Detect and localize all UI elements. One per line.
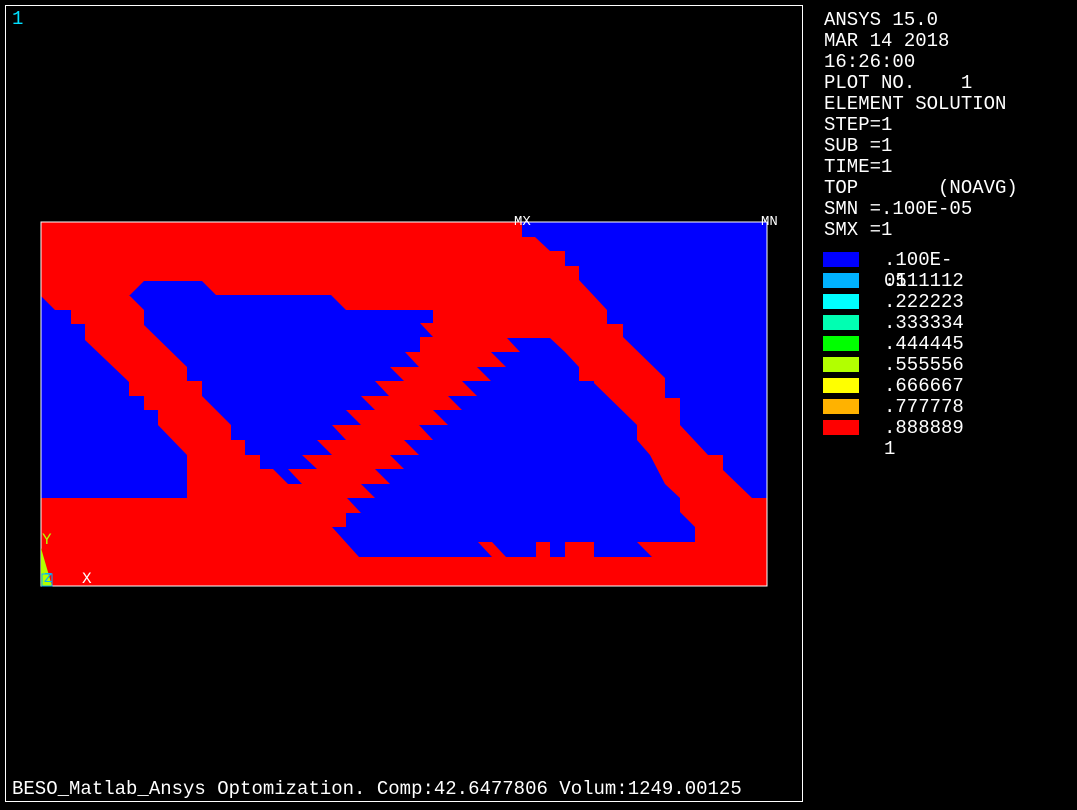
info-line: PLOT NO. 1: [824, 72, 973, 94]
legend-swatch: [823, 357, 859, 372]
info-line: SMN =.100E-05: [824, 198, 973, 220]
triad-z-label: Z: [44, 571, 53, 587]
legend-swatch: [823, 378, 859, 393]
plot-caption: BESO_Matlab_Ansys Optomization. Comp:42.…: [12, 778, 742, 800]
legend-value: .333334: [884, 312, 964, 334]
max-marker: MX: [514, 214, 531, 230]
legend-value: .444445: [884, 333, 964, 355]
legend-swatch: [823, 294, 859, 309]
legend-value: 1: [884, 438, 896, 460]
min-marker: MN: [761, 214, 778, 230]
info-line: SMX =1: [824, 219, 893, 241]
info-line: 16:26:00: [824, 51, 916, 73]
info-line: ANSYS 15.0: [824, 9, 939, 31]
info-line: TIME=1: [824, 156, 893, 178]
legend-value: .111112: [884, 270, 964, 292]
legend-value: .555556: [884, 354, 964, 376]
info-line: ELEMENT SOLUTION: [824, 93, 1007, 115]
triad-x-label: X: [82, 570, 92, 588]
legend-swatch: [823, 399, 859, 414]
legend-swatch: [823, 420, 859, 435]
info-line: MAR 14 2018: [824, 30, 950, 52]
legend-value: .666667: [884, 375, 964, 397]
legend-swatch: [823, 315, 859, 330]
legend-swatch: [823, 336, 859, 351]
legend-value: .777778: [884, 396, 964, 418]
info-line: TOP (NOAVG): [824, 177, 1018, 199]
legend-swatch: [823, 252, 859, 267]
legend-value: .888889: [884, 417, 964, 439]
legend-value: .222223: [884, 291, 964, 313]
triad-y-label: Y: [42, 531, 52, 549]
info-line: STEP=1: [824, 114, 893, 136]
info-line: SUB =1: [824, 135, 893, 157]
legend-swatch: [823, 273, 859, 288]
